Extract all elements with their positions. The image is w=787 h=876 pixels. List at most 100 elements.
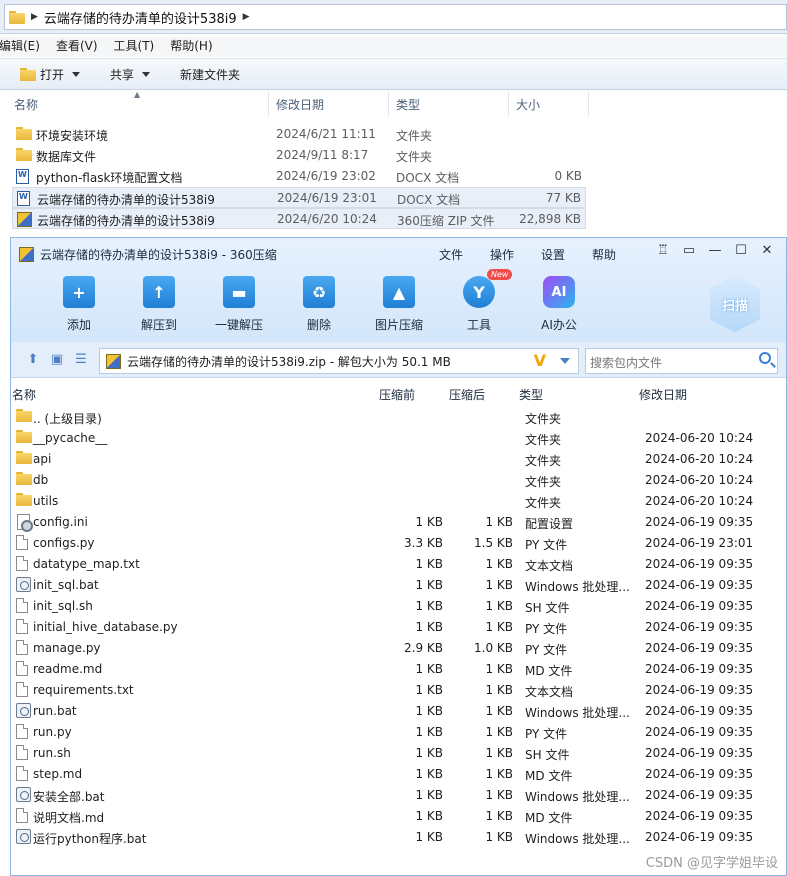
column-divider[interactable]	[268, 92, 269, 116]
sort-ascending-icon: ▲	[134, 90, 141, 99]
archive-entry-row[interactable]: readme.md 1 KB 1 KB MD 文件 2024-06-19 09:35	[11, 658, 786, 679]
one-click-extract-button[interactable]: ▬ 一键解压	[199, 276, 279, 333]
entry-size-before: 1 KB	[415, 620, 443, 634]
archive-path-box[interactable]: 云端存储的待办清单的设计538i9.zip - 解包大小为 50.1 MB V	[99, 348, 579, 374]
search-input[interactable]: 搜索包内文件	[585, 348, 778, 374]
column-modified[interactable]: 修改日期	[276, 96, 324, 113]
file-icon	[16, 598, 28, 613]
file-modified: 2024/9/11 8:17	[276, 148, 369, 162]
archive-entry-row[interactable]: utils 文件夹 2024-06-20 10:24	[11, 490, 786, 511]
list-view-icon[interactable]: ☰	[71, 352, 91, 367]
zip-menu-settings[interactable]: 设置	[541, 246, 565, 263]
entry-size-after: 1 KB	[485, 809, 513, 823]
archive-entry-row[interactable]: initial_hive_database.py 1 KB 1 KB PY 文件 202…	[11, 616, 786, 637]
column-divider[interactable]	[588, 92, 589, 116]
archive-entry-row[interactable]: 运行python程序.bat 1 KB 1 KB Windows 批处理... 2024…	[11, 826, 786, 847]
entry-size-after: 1 KB	[485, 683, 513, 697]
minimize-icon[interactable]: —	[704, 243, 726, 258]
file-modified: 2024/6/19 23:02	[276, 169, 376, 183]
column-size[interactable]: 大小	[516, 96, 540, 113]
ai-office-button[interactable]: AI AI办公	[519, 276, 599, 333]
file-row-selected[interactable]: 云端存储的待办清单的设计538i9 2024/6/20 10:24 360压缩 …	[12, 208, 586, 229]
archive-entry-row[interactable]: 安装全部.bat 1 KB 1 KB Windows 批处理... 2024-06-19…	[11, 784, 786, 805]
entry-type: 文件夹	[525, 475, 562, 489]
thumbnail-view-icon[interactable]: ▣	[47, 352, 67, 367]
entry-name: configs.py	[33, 536, 95, 550]
archive-entry-row[interactable]: run.bat 1 KB 1 KB Windows 批处理... 2024-06-19 …	[11, 700, 786, 721]
archive-entry-row[interactable]: run.sh 1 KB 1 KB SH 文件 2024-06-19 09:35	[11, 742, 786, 763]
zip-menu-operate[interactable]: 操作	[490, 246, 514, 263]
menu-view[interactable]: 查看(V)	[56, 37, 98, 57]
archive-entry-row[interactable]: api 文件夹 2024-06-20 10:24	[11, 448, 786, 469]
column-size-after[interactable]: 压缩后	[449, 386, 485, 403]
add-button[interactable]: + 添加	[39, 276, 119, 333]
entry-name: utils	[33, 494, 59, 508]
entry-name: requirements.txt	[33, 683, 134, 697]
delete-button[interactable]: ♻ 删除	[279, 276, 359, 333]
zip-window: 云端存储的待办清单的设计538i9 - 360压缩 文件 操作 设置 帮助 ♖ …	[10, 237, 787, 876]
column-modified[interactable]: 修改日期	[639, 386, 687, 403]
up-arrow-icon[interactable]: ⬆	[23, 352, 43, 367]
column-type[interactable]: 类型	[519, 386, 543, 403]
archive-entry-row[interactable]: .. (上级目录) 文件夹	[11, 406, 786, 427]
zip-menu-file[interactable]: 文件	[439, 246, 463, 263]
zip-menu-help[interactable]: 帮助	[592, 246, 616, 263]
entry-name: init_sql.bat	[33, 578, 99, 592]
address-box[interactable]: ▶ 云端存储的待办清单的设计538i9 ▶	[4, 4, 787, 30]
file-row[interactable]: python-flask环境配置文档 2024/6/19 23:02 DOCX …	[12, 166, 586, 187]
archive-entry-row[interactable]: run.py 1 KB 1 KB PY 文件 2024-06-19 09:35	[11, 721, 786, 742]
extract-to-button[interactable]: ↑ 解压到	[119, 276, 199, 333]
open-button[interactable]: 打开	[20, 66, 81, 83]
file-row-selected[interactable]: 云端存储的待办清单的设计538i9 2024/6/19 23:01 DOCX 文…	[12, 187, 586, 208]
archive-entry-row[interactable]: db 文件夹 2024-06-20 10:24	[11, 469, 786, 490]
scan-button[interactable]: 扫描	[710, 276, 760, 332]
column-size-before[interactable]: 压缩前	[379, 386, 415, 403]
close-icon[interactable]: ✕	[756, 243, 778, 258]
archive-entry-row[interactable]: config.ini 1 KB 1 KB 配置设置 2024-06-19 09:35	[11, 511, 786, 532]
menu-help[interactable]: 帮助(H)	[170, 37, 212, 57]
column-divider[interactable]	[508, 92, 509, 116]
archive-entry-row[interactable]: datatype_map.txt 1 KB 1 KB 文本文档 2024-06-19 0…	[11, 553, 786, 574]
maximize-icon[interactable]: ☐	[730, 243, 752, 258]
column-divider[interactable]	[388, 92, 389, 116]
batch-file-icon	[16, 577, 31, 592]
entry-type: SH 文件	[525, 601, 570, 615]
archive-entry-row[interactable]: init_sql.bat 1 KB 1 KB Windows 批处理... 2024-0…	[11, 574, 786, 595]
column-name[interactable]: 名称	[14, 96, 38, 113]
column-name[interactable]: 名称	[12, 386, 36, 403]
one-click-extract-label: 一键解压	[214, 318, 263, 332]
archive-entry-row[interactable]: step.md 1 KB 1 KB MD 文件 2024-06-19 09:35	[11, 763, 786, 784]
new-folder-button[interactable]: 新建文件夹	[180, 66, 240, 83]
chevron-right-icon[interactable]: ▶	[31, 12, 38, 22]
entry-type: 文本文档	[525, 559, 574, 573]
skin-icon[interactable]: ♖	[652, 243, 674, 258]
file-row[interactable]: 数据库文件 2024/9/11 8:17 文件夹	[12, 145, 586, 166]
ai-office-label: AI办公	[541, 318, 577, 332]
entry-size-before: 1 KB	[415, 746, 443, 760]
feedback-icon[interactable]: ▭	[678, 243, 700, 258]
archive-entry-row[interactable]: requirements.txt 1 KB 1 KB 文本文档 2024-06-19 0…	[11, 679, 786, 700]
archive-entry-row[interactable]: __pycache__ 文件夹 2024-06-20 10:24	[11, 427, 786, 448]
chevron-down-icon[interactable]	[560, 358, 570, 364]
search-icon[interactable]	[759, 352, 771, 364]
file-row[interactable]: 环境安装环境 2024/6/21 11:11 文件夹	[12, 124, 586, 145]
vip-icon[interactable]: V	[534, 351, 546, 370]
menu-tools[interactable]: 工具(T)	[114, 37, 155, 57]
archive-entry-row[interactable]: manage.py 2.9 KB 1.0 KB PY 文件 2024-06-19 09:…	[11, 637, 786, 658]
archive-entry-row[interactable]: 说明文档.md 1 KB 1 KB MD 文件 2024-06-19 09:35	[11, 805, 786, 826]
tools-button[interactable]: Y New 工具	[439, 269, 519, 333]
folder-icon	[16, 493, 32, 506]
entry-name: manage.py	[33, 641, 101, 655]
entry-name: run.py	[33, 725, 72, 739]
file-type: DOCX 文档	[396, 171, 460, 185]
menu-edit[interactable]: 编辑(E)	[0, 37, 40, 57]
file-icon	[16, 661, 28, 676]
share-button[interactable]: 共享	[110, 66, 151, 83]
image-compress-button[interactable]: ▲ 图片压缩	[359, 276, 439, 333]
chevron-right-icon[interactable]: ▶	[243, 12, 250, 22]
entry-size-after: 1 KB	[485, 830, 513, 844]
archive-entry-row[interactable]: init_sql.sh 1 KB 1 KB SH 文件 2024-06-19 09:35	[11, 595, 786, 616]
archive-entry-row[interactable]: configs.py 3.3 KB 1.5 KB PY 文件 2024-06-19 23…	[11, 532, 786, 553]
column-type[interactable]: 类型	[396, 96, 420, 113]
entry-name: run.sh	[33, 746, 71, 760]
